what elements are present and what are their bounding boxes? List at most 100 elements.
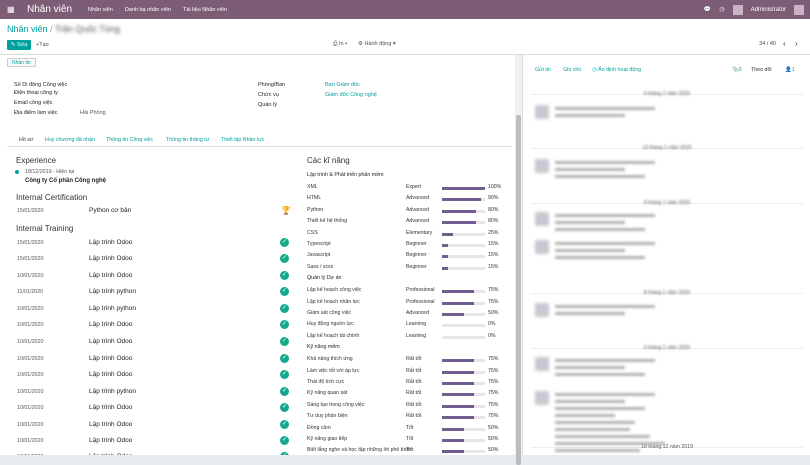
- skill-name: Kỹ năng quan sát: [307, 390, 348, 397]
- menu-employee-directory[interactable]: Danh bạ nhân viên: [125, 7, 171, 13]
- skill-name: Làm việc tốt với áp lực: [307, 367, 360, 374]
- skill-level: Advanced: [406, 218, 430, 225]
- training-name[interactable]: Lập trình python: [89, 305, 136, 312]
- message-line: [555, 256, 645, 259]
- skill-row[interactable]: Lập kế hoạch tài chính Learning 0%: [307, 332, 507, 342]
- skill-row[interactable]: Typescript Beginner 15%: [307, 240, 507, 250]
- action-dropdown[interactable]: ⚙ Hành động ▾: [358, 41, 396, 47]
- skill-row[interactable]: Sass / scss Beginner 15%: [307, 263, 507, 273]
- skill-progress-bar: [442, 244, 485, 247]
- message-line: [555, 421, 635, 424]
- tab-hr-settings[interactable]: Thiết lập Nhân lực: [221, 137, 264, 143]
- skill-row[interactable]: Biết lắng nghe và học tập những lời phê …: [307, 446, 507, 455]
- tab-badges[interactable]: Huy chương đã nhận: [45, 137, 95, 143]
- value-department[interactable]: Ban Giám đốc: [325, 82, 360, 88]
- skill-progress-bar: [442, 221, 485, 225]
- clock-icon[interactable]: ◷: [719, 6, 724, 13]
- training-name[interactable]: Lập trình Odoo: [89, 272, 132, 279]
- company-avatar[interactable]: [732, 4, 743, 15]
- training-name[interactable]: Lập trình Odoo: [89, 371, 132, 378]
- skills-heading: Các kĩ năng: [307, 156, 350, 165]
- skill-row[interactable]: Lập kế hoạch nhân lực Professional 75%: [307, 298, 507, 308]
- skill-name: Sass / scss: [307, 263, 334, 270]
- training-name[interactable]: Lập trình python: [89, 388, 136, 395]
- skill-row[interactable]: Kỹ năng giao tiếp Tốt 50%: [307, 435, 507, 445]
- training-name[interactable]: Lập trình Odoo: [89, 355, 132, 362]
- value-work-location[interactable]: Hải Phòng: [80, 110, 106, 116]
- skill-row[interactable]: Tư duy phản biện Rất tốt 75%: [307, 412, 507, 422]
- scrollbar-thumb[interactable]: [516, 115, 521, 465]
- label-job-position: Chức vụ: [258, 92, 279, 98]
- skill-percent: 50%: [488, 424, 499, 431]
- check-circle-icon: ✓: [280, 254, 289, 263]
- skill-percent: 0%: [488, 321, 496, 328]
- form-scrollbar[interactable]: [515, 55, 522, 465]
- message-line: [555, 312, 625, 315]
- check-circle-icon: ✓: [280, 403, 289, 412]
- skill-row[interactable]: Thái độ tích cực Rất tốt 75%: [307, 378, 507, 388]
- message-line: [555, 449, 640, 452]
- pager-value[interactable]: 34 / 40: [759, 41, 776, 47]
- followers-button[interactable]: 👤1: [785, 67, 795, 73]
- breadcrumb-separator: /: [50, 24, 53, 34]
- skill-row[interactable]: HTML Advanced 90%: [307, 194, 507, 204]
- log-note-button[interactable]: Ghi chú: [563, 67, 581, 73]
- skill-row[interactable]: Làm việc tốt với áp lực Rất tốt 75%: [307, 367, 507, 377]
- skill-row[interactable]: Python Advanced 80%: [307, 206, 507, 216]
- follow-button[interactable]: Theo dõi: [751, 67, 772, 73]
- skill-row[interactable]: Đồng cảm Tốt 50%: [307, 424, 507, 434]
- skill-level: Rất tốt: [406, 413, 422, 420]
- send-message-button[interactable]: Gửi tin: [535, 67, 551, 73]
- skill-row[interactable]: Kỹ năng quan sát Rất tốt 75%: [307, 389, 507, 399]
- certification-name[interactable]: Python cơ bản: [89, 207, 131, 214]
- skill-name: HTML: [307, 195, 322, 202]
- skill-level: Beginner: [406, 263, 427, 270]
- skill-row[interactable]: Thiết kế hệ thống Advanced 80%: [307, 217, 507, 227]
- skill-row[interactable]: Giám sát công việc Advanced 50%: [307, 309, 507, 319]
- value-job-position[interactable]: Giám đốc Công nghệ: [325, 92, 377, 98]
- chat-icon[interactable]: 💬: [704, 6, 711, 13]
- tab-work-info[interactable]: Thông tin Công việc: [106, 137, 153, 143]
- skill-level: Rất tốt: [406, 356, 422, 363]
- pager-prev-icon[interactable]: ‹: [783, 39, 786, 48]
- message-line: [555, 107, 655, 110]
- skill-row[interactable]: Sáng tạo trong công việc Rất tốt 75%: [307, 401, 507, 411]
- skill-row[interactable]: CSS Elementary 25%: [307, 229, 507, 239]
- apps-menu-icon[interactable]: ▦: [7, 5, 23, 14]
- user-avatar[interactable]: [794, 4, 804, 15]
- breadcrumb-current: Trần Quốc Tùng: [54, 24, 120, 34]
- attachments-button[interactable]: 📎0: [732, 67, 742, 73]
- chatter-date: 13 tháng 1 năm 2020: [642, 145, 692, 151]
- skill-row[interactable]: Huy động nguồn lực Learning 0%: [307, 320, 507, 330]
- skill-row[interactable]: Javascript Beginner 15%: [307, 251, 507, 261]
- training-name[interactable]: Lập trình python: [89, 288, 136, 295]
- menu-employee-documents[interactable]: Tài liệu Nhân viên: [183, 7, 227, 13]
- message-line: [555, 428, 630, 431]
- training-name[interactable]: Lập trình Odoo: [89, 437, 132, 444]
- experience-company[interactable]: Công ty Cổ phần Công nghệ: [25, 178, 106, 184]
- create-button[interactable]: + Tạo: [36, 40, 49, 50]
- tab-private-info[interactable]: Thông tin thăng tư: [166, 137, 209, 143]
- training-name[interactable]: Lập trình Odoo: [89, 421, 132, 428]
- skill-progress-fill: [442, 244, 449, 247]
- training-name[interactable]: Lập trình Odoo: [89, 255, 132, 262]
- skill-row[interactable]: Lập kế hoạch công việc Professional 75%: [307, 286, 507, 296]
- skill-name: Đồng cảm: [307, 424, 331, 431]
- training-name[interactable]: Lập trình Odoo: [89, 239, 132, 246]
- app-title[interactable]: Nhân viên: [27, 4, 72, 15]
- breadcrumb-parent[interactable]: Nhân viên: [7, 24, 48, 34]
- schedule-activity-button[interactable]: ◷ Ấn định hoạt động: [592, 67, 641, 73]
- edit-button[interactable]: ✎ Sửa: [7, 40, 31, 50]
- menu-employees[interactable]: Nhân viên: [88, 7, 113, 13]
- print-dropdown[interactable]: ⎙ In ▾: [333, 41, 347, 48]
- user-menu[interactable]: Administrator: [751, 7, 786, 13]
- skill-row[interactable]: XML Expert 100%: [307, 183, 507, 193]
- training-name[interactable]: Lập trình Odoo: [89, 338, 132, 345]
- followers-count: 1: [791, 67, 795, 73]
- message-tag-button[interactable]: Nhân tin: [7, 58, 36, 67]
- training-name[interactable]: Lập trình Odoo: [89, 404, 132, 411]
- pager-next-icon[interactable]: ›: [795, 39, 798, 48]
- training-name[interactable]: Lập trình Odoo: [89, 321, 132, 328]
- skill-row[interactable]: Khả năng thích ứng Rất tốt 75%: [307, 355, 507, 365]
- tab-resume[interactable]: Hồ sơ: [19, 137, 33, 143]
